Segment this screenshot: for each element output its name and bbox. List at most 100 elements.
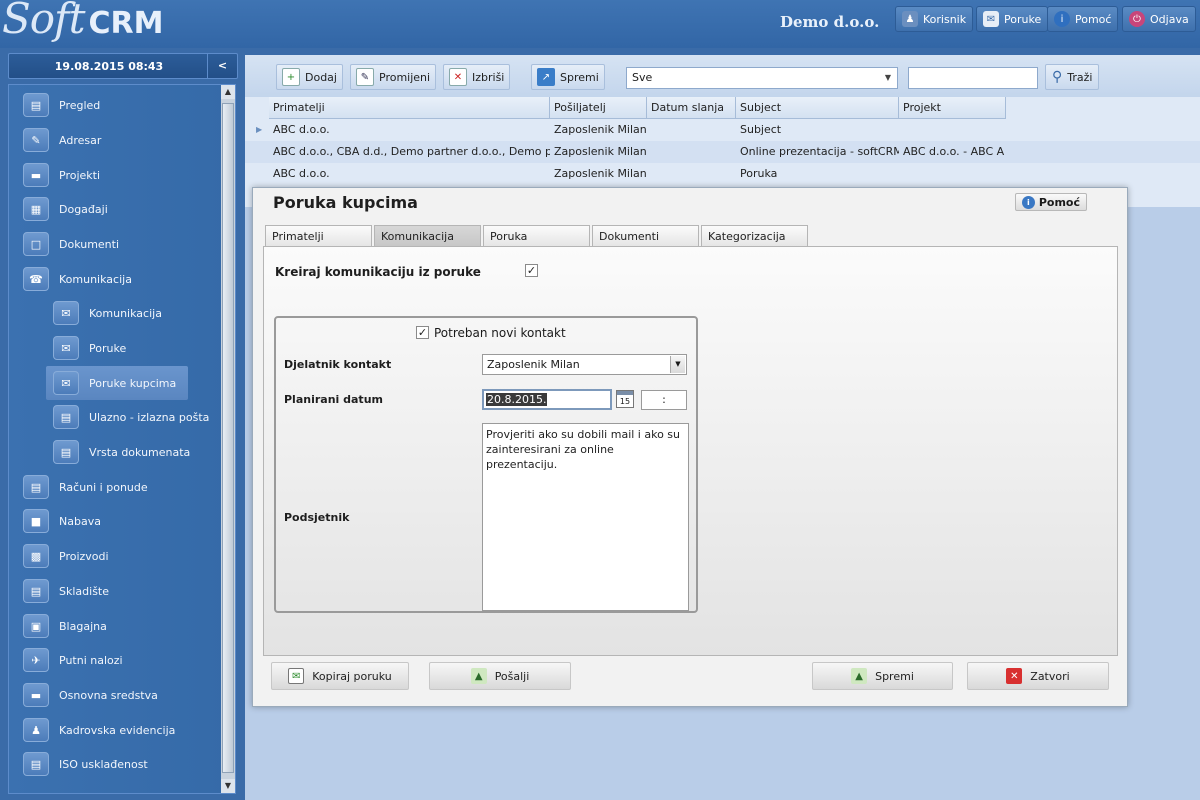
- scroll-thumb[interactable]: [222, 103, 234, 773]
- sidebar-item-komunikacija[interactable]: ☎ Komunikacija: [23, 265, 132, 293]
- dialog-close-button[interactable]: ✕ Zatvori: [967, 662, 1109, 690]
- app-header: Soft CRM Demo d.o.o. ♟ Korisnik ✉ Poruke …: [0, 0, 1200, 48]
- messages-button[interactable]: ✉ Poruke: [976, 6, 1049, 32]
- grid-header: Primatelji Pošiljatelj Datum slanja Subj…: [269, 97, 1006, 119]
- close-icon: ✕: [1006, 668, 1023, 684]
- scroll-up-icon[interactable]: ▲: [221, 85, 235, 99]
- sidebar-subitem-komunikacija[interactable]: ✉ Komunikacija: [53, 299, 162, 327]
- column-header[interactable]: Primatelji: [269, 97, 550, 119]
- reminder-textarea[interactable]: Provjeriti ako su dobili mail i ako su z…: [482, 423, 689, 611]
- warehouse-icon: ▤: [23, 579, 49, 603]
- company-name: Demo d.o.o.: [780, 13, 880, 31]
- planned-date-label: Planirani datum: [284, 393, 383, 406]
- tab-komunikacija[interactable]: Komunikacija: [374, 225, 481, 246]
- envelope-icon: ✉: [53, 336, 79, 360]
- sidebar-item-pregled[interactable]: ▤ Pregled: [23, 91, 100, 119]
- sidebar-item-proizvodi[interactable]: ▩ Proizvodi: [23, 542, 109, 570]
- logout-button[interactable]: ⏻ Odjava: [1122, 6, 1196, 32]
- toolbar: + Dodaj ✎ Promijeni ✕ Izbriši ↗ Spremi S…: [245, 55, 1200, 97]
- send-icon: ▲: [470, 668, 487, 684]
- dialog-save-button[interactable]: ▲ Spremi: [812, 662, 953, 690]
- invoice-icon: ▤: [23, 475, 49, 499]
- mail-inout-icon: ▤: [53, 405, 79, 429]
- dialog-title: Poruka kupcima: [273, 193, 418, 212]
- sidebar-item-nabava[interactable]: ■ Nabava: [23, 507, 101, 535]
- collapse-sidebar-button[interactable]: <: [207, 54, 237, 78]
- sidebar-item-projekti[interactable]: ▬ Projekti: [23, 161, 100, 189]
- column-header[interactable]: Projekt: [899, 97, 1006, 119]
- column-header[interactable]: Datum slanja: [647, 97, 736, 119]
- sidebar-item-skladiste[interactable]: ▤ Skladište: [23, 577, 109, 605]
- tab-kategorizacija[interactable]: Kategorizacija: [701, 225, 808, 246]
- tab-dokumenti[interactable]: Dokumenti: [592, 225, 699, 246]
- communication-icon: ☎: [23, 267, 49, 291]
- column-header[interactable]: Pošiljatelj: [550, 97, 647, 119]
- chevron-down-icon[interactable]: ▼: [670, 356, 685, 373]
- sidebar-item-osnovna-sredstva[interactable]: ▬ Osnovna sredstva: [23, 681, 158, 709]
- delete-button[interactable]: ✕ Izbriši: [443, 64, 511, 90]
- send-button[interactable]: ▲ Pošalji: [429, 662, 571, 690]
- planned-date-input[interactable]: 20.8.2015.: [482, 389, 612, 410]
- calendar-icon[interactable]: 15: [616, 390, 634, 408]
- user-button[interactable]: ♟ Korisnik: [895, 6, 974, 32]
- tab-primatelji[interactable]: Primatelji: [265, 225, 372, 246]
- sidebar: ▤ Pregled ✎ Adresar ▬ Projekti ▦ Događaji □ D…: [8, 84, 236, 794]
- sidebar-subitem-vrsta-dokumenata[interactable]: ▤ Vrsta dokumenata: [53, 438, 190, 466]
- mail-icon: ✉: [983, 11, 999, 27]
- save-icon: ▲: [851, 668, 868, 684]
- info-icon: i: [1054, 11, 1070, 27]
- filter-select[interactable]: Sve ▼: [626, 67, 898, 89]
- table-row[interactable]: ▶ ABC d.o.o. Zaposlenik Milan Subject: [245, 119, 1200, 141]
- planned-time-input[interactable]: :: [641, 390, 687, 410]
- overview-icon: ▤: [23, 93, 49, 117]
- app-logo: Soft CRM: [2, 0, 164, 43]
- help-button[interactable]: i Pomoć: [1047, 6, 1119, 32]
- sidebar-subitem-ulazno-izlazna-posta[interactable]: ▤ Ulazno - izlazna pošta: [53, 403, 209, 431]
- scroll-down-icon[interactable]: ▼: [221, 779, 235, 793]
- calendar-icon: ▦: [23, 197, 49, 221]
- sidebar-item-dogadaji[interactable]: ▦ Događaji: [23, 195, 108, 223]
- edit-icon: ✎: [356, 68, 374, 86]
- sidebar-item-racuni-i-ponude[interactable]: ▤ Računi i ponude: [23, 473, 148, 501]
- copy-message-button[interactable]: ✉ Kopiraj poruku: [271, 662, 409, 690]
- sidebar-subitem-poruke-kupcima[interactable]: ✉ Poruke kupcima: [46, 366, 189, 400]
- search-icon: ⚲: [1052, 69, 1063, 85]
- customer-message-dialog: Poruka kupcima i Pomoć Primatelji Komuni…: [252, 187, 1128, 707]
- current-row-icon: ▶: [256, 125, 263, 134]
- employee-contact-select[interactable]: Zaposlenik Milan ▼: [482, 354, 687, 375]
- sidebar-item-iso-uskladenost[interactable]: ▤ ISO usklađenost: [23, 750, 148, 778]
- sidebar-item-kadrovska-evidencija[interactable]: ♟ Kadrovska evidencija: [23, 716, 175, 744]
- hr-icon: ♟: [23, 718, 49, 742]
- save-icon: ↗: [537, 68, 555, 86]
- column-header[interactable]: Subject: [736, 97, 899, 119]
- sidebar-item-putni-nalozi[interactable]: ✈ Putni nalozi: [23, 646, 123, 674]
- sidebar-item-adresar[interactable]: ✎ Adresar: [23, 126, 101, 154]
- travel-order-icon: ✈: [23, 648, 49, 672]
- add-button[interactable]: + Dodaj: [276, 64, 343, 90]
- current-datetime: 19.08.2015 08:43: [54, 60, 164, 73]
- sidebar-item-dokumenti[interactable]: □ Dokumenti: [23, 230, 119, 258]
- search-button[interactable]: ⚲ Traži: [1045, 64, 1100, 90]
- user-icon: ♟: [902, 11, 918, 27]
- search-input[interactable]: [908, 67, 1038, 89]
- sidebar-item-blagajna[interactable]: ▣ Blagajna: [23, 612, 107, 640]
- table-row[interactable]: ABC d.o.o. Zaposlenik Milan Poruka: [245, 163, 1200, 185]
- add-icon: +: [282, 68, 300, 86]
- documents-icon: □: [23, 232, 49, 256]
- iso-icon: ▤: [23, 752, 49, 776]
- sidebar-subitem-poruke[interactable]: ✉ Poruke: [53, 334, 126, 362]
- edit-button[interactable]: ✎ Promijeni: [350, 64, 437, 90]
- save-button[interactable]: ↗ Spremi: [531, 64, 605, 90]
- delete-icon: ✕: [449, 68, 467, 86]
- new-contact-checkbox[interactable]: ✓: [416, 326, 429, 339]
- create-communication-checkbox[interactable]: ✓: [525, 264, 538, 277]
- procurement-icon: ■: [23, 509, 49, 533]
- tab-poruka[interactable]: Poruka: [483, 225, 590, 246]
- sidebar-scrollbar[interactable]: ▲ ▼: [221, 85, 235, 793]
- products-icon: ▩: [23, 544, 49, 568]
- communication-sub-icon: ✉: [53, 301, 79, 325]
- dialog-help-button[interactable]: i Pomoć: [1014, 193, 1087, 211]
- table-row[interactable]: ABC d.o.o., CBA d.d., Demo partner d.o.o…: [245, 141, 1200, 163]
- assets-icon: ▬: [23, 683, 49, 707]
- info-icon: i: [1021, 195, 1035, 209]
